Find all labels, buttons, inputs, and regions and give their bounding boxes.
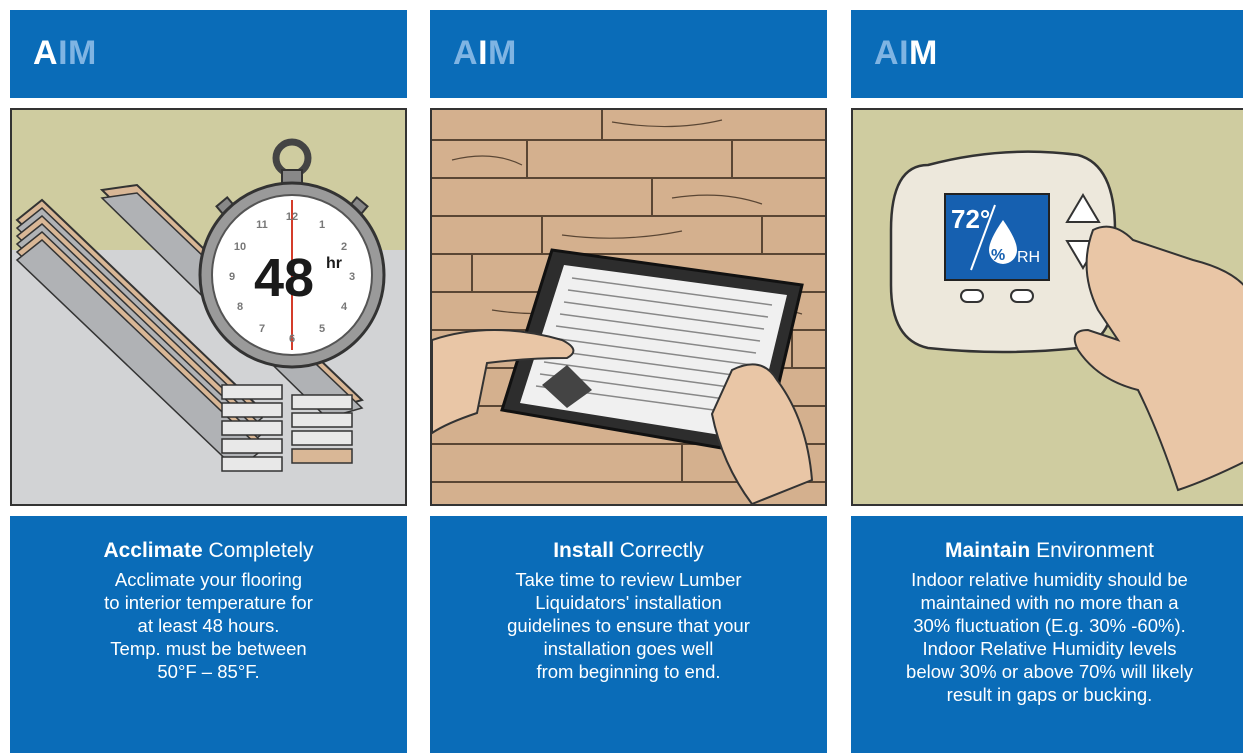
aim-heading: AIM — [874, 36, 938, 70]
aim-letter-a: A — [33, 34, 59, 72]
dial-5: 5 — [319, 323, 325, 335]
title-bold: Install — [553, 539, 614, 562]
title-rest: Environment — [1036, 539, 1154, 562]
aim-heading: AIM — [453, 36, 517, 70]
humidity-unit: RH — [1017, 249, 1040, 266]
body-line: below 30% or above 70% will likely — [906, 661, 1193, 682]
dial-12: 12 — [286, 211, 298, 223]
dial-6: 6 — [289, 333, 295, 345]
aim-letter-i: I — [899, 34, 910, 72]
panel-header: AIM — [851, 10, 1243, 98]
stopwatch-unit: hr — [326, 255, 342, 272]
thermostat-button — [1010, 289, 1034, 303]
aim-letter-a: A — [453, 34, 479, 72]
acclimate-textbox: Acclimate Completely Acclimate your floo… — [10, 516, 407, 753]
body-line: Take time to review Lumber — [515, 569, 742, 590]
body-line: Acclimate your flooring — [114, 569, 303, 590]
aim-letter-m: M — [909, 34, 938, 72]
panel-title: Acclimate Completely — [10, 538, 407, 564]
tablet-icon — [432, 110, 825, 504]
panel-acclimate: AIM 12 1 2 3 4 5 6 7 8 9 10 11 48 hr Acc… — [10, 10, 407, 753]
dial-9: 9 — [229, 271, 235, 283]
dial-8: 8 — [237, 301, 243, 313]
panel-header: AIM — [10, 10, 407, 98]
title-rest: Completely — [208, 539, 314, 562]
thermostat-icon: 72° % RH — [853, 110, 1243, 504]
acclimate-illustration: 12 1 2 3 4 5 6 7 8 9 10 11 48 hr — [10, 108, 407, 506]
body-line: 50°F – 85°F. — [157, 661, 260, 682]
title-rest: Correctly — [619, 539, 704, 562]
body-line: Temp. must be between — [110, 638, 307, 659]
body-line: Indoor relative humidity should be — [911, 569, 1188, 590]
dial-3: 3 — [349, 271, 355, 283]
aim-letter-m: M — [68, 34, 97, 72]
stopwatch-icon: 12 1 2 3 4 5 6 7 8 9 10 11 48 hr — [12, 110, 405, 504]
aim-heading: AIM — [33, 36, 97, 70]
thermostat-button — [960, 289, 984, 303]
aim-letter-a: A — [874, 34, 900, 72]
dial-10: 10 — [234, 241, 246, 253]
panel-header: AIM — [430, 10, 827, 98]
panel-title: Install Correctly — [430, 538, 827, 564]
body-line: Liquidators' installation — [535, 592, 722, 613]
body-line: 30% fluctuation (E.g. 30% -60%). — [913, 615, 1186, 636]
body-line: guidelines to ensure that your — [507, 615, 750, 636]
humidity-symbol: % — [991, 247, 1005, 264]
aim-letter-m: M — [488, 34, 517, 72]
dial-1: 1 — [319, 219, 325, 231]
body-line: maintained with no more than a — [920, 592, 1179, 613]
title-bold: Acclimate — [103, 539, 203, 562]
body-line: installation goes well — [543, 638, 714, 659]
install-textbox: Install Correctly Take time to review Lu… — [430, 516, 827, 753]
panel-install: AIM Install Correctly Take time to revie… — [430, 10, 827, 753]
body-line: to interior temperature for — [104, 592, 313, 613]
body-line: Indoor Relative Humidity levels — [922, 638, 1177, 659]
panel-maintain: AIM 72° % RH Maintain Environment Indoor… — [851, 10, 1243, 753]
install-illustration — [430, 108, 827, 506]
dial-2: 2 — [341, 241, 347, 253]
temp-readout: 72° — [951, 204, 990, 234]
aim-letter-i: I — [58, 34, 69, 72]
maintain-textbox: Maintain Environment Indoor relative hum… — [851, 516, 1243, 753]
body-line: result in gaps or bucking. — [946, 684, 1153, 705]
panel-body: Take time to review Lumber Liquidators' i… — [430, 568, 827, 683]
dial-11: 11 — [256, 219, 268, 231]
stopwatch-number: 48 — [254, 248, 314, 308]
aim-letter-i: I — [478, 34, 489, 72]
panel-body: Acclimate your flooring to interior tempe… — [10, 568, 407, 683]
body-line: from beginning to end. — [536, 661, 721, 682]
panel-body: Indoor relative humidity should be mainta… — [851, 568, 1243, 706]
panel-title: Maintain Environment — [851, 538, 1243, 564]
dial-7: 7 — [259, 323, 265, 335]
dial-4: 4 — [341, 301, 348, 313]
maintain-illustration: 72° % RH — [851, 108, 1243, 506]
body-line: at least 48 hours. — [137, 615, 280, 636]
title-bold: Maintain — [945, 539, 1031, 562]
